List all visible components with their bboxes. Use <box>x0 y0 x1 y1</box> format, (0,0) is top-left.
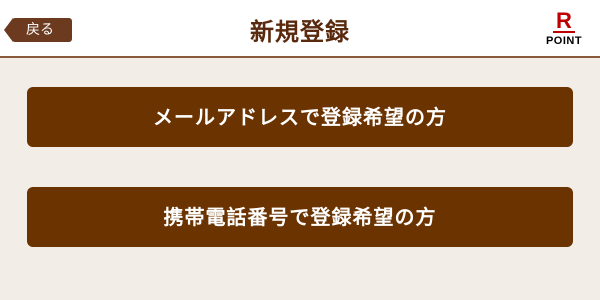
header-bar: 戻る 新規登録 R POINT <box>0 0 600 58</box>
point-logo-text: POINT <box>545 35 583 47</box>
page-title: 新規登録 <box>250 18 350 46</box>
register-by-phone-button[interactable]: 携帯電話番号で登録希望の方 <box>27 187 573 247</box>
rakuten-r-icon: R <box>542 10 586 33</box>
rakuten-point-logo: R POINT <box>542 10 586 50</box>
register-by-email-button[interactable]: メールアドレスで登録希望の方 <box>27 87 573 147</box>
